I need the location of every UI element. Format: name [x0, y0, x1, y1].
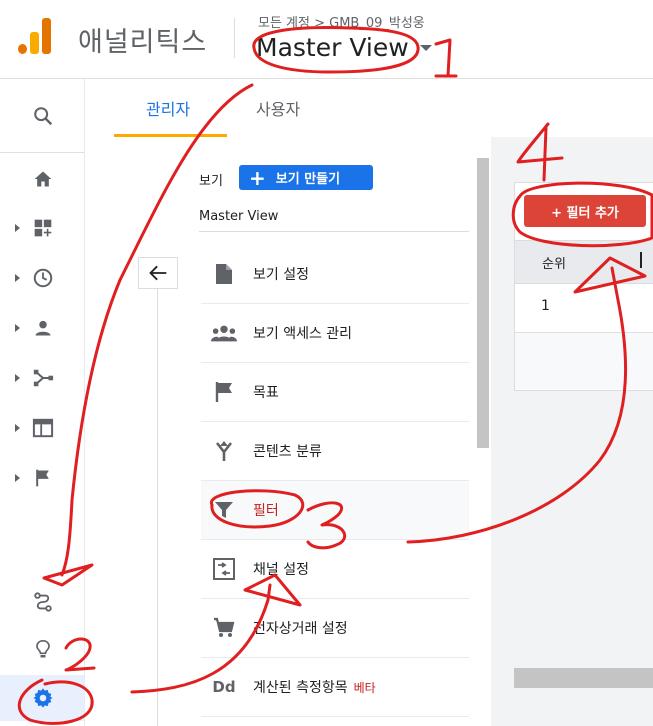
menu-item-filters[interactable]: 필터 — [201, 481, 469, 540]
menu-item-label: 목표 — [253, 385, 279, 401]
view-section-label: 보기 — [199, 174, 223, 189]
home-icon[interactable] — [30, 166, 56, 192]
menu-item-label: 콘텐츠 분류 — [253, 444, 322, 460]
column-divider — [157, 288, 158, 726]
horizontal-scrollbar[interactable] — [514, 668, 653, 688]
column-header-rank[interactable]: 순위 — [542, 253, 566, 272]
chevron-down-icon[interactable] — [420, 45, 432, 51]
header-divider — [234, 18, 235, 58]
menu-item-content-grouping[interactable]: 콘텐츠 분류 — [201, 422, 469, 481]
menu-item-label: 계산된 측정항목 — [253, 680, 348, 696]
view-selector-name[interactable]: Master View — [256, 33, 409, 62]
insights-lightbulb-icon[interactable] — [30, 637, 56, 663]
customization-icon[interactable] — [30, 215, 56, 241]
merge-icon — [211, 438, 237, 464]
attribution-icon[interactable] — [30, 589, 56, 615]
menu-item-calculated-metrics[interactable]: Dd 계산된 측정항목 베타 — [201, 658, 469, 717]
menu-item-label: 전자상거래 설정 — [253, 621, 348, 637]
menu-item-view-settings[interactable]: 보기 설정 — [201, 245, 469, 304]
tab-user[interactable]: 사용자 — [256, 96, 300, 120]
left-nav-rail — [0, 79, 85, 726]
view-divider — [199, 231, 469, 232]
expand-arrow-icon[interactable] — [15, 224, 20, 232]
document-icon — [211, 261, 237, 287]
analytics-logo[interactable] — [18, 18, 52, 54]
menu-item-goals[interactable]: 목표 — [201, 363, 469, 422]
people-icon — [211, 320, 237, 346]
cart-icon — [211, 615, 237, 641]
menu-item-view-access[interactable]: 보기 액세스 관리 — [201, 304, 469, 363]
menu-item-label: 채널 설정 — [253, 562, 309, 578]
add-filter-button[interactable]: + 필터 추가 — [524, 195, 646, 227]
expand-arrow-icon[interactable] — [15, 424, 20, 432]
realtime-clock-icon[interactable] — [30, 265, 56, 291]
rail-divider — [0, 152, 84, 153]
table-footer — [515, 333, 653, 389]
menu-item-label: 보기 설정 — [253, 267, 309, 283]
channel-icon — [211, 556, 237, 582]
arrow-left-icon — [149, 265, 167, 281]
behavior-window-icon[interactable] — [30, 415, 56, 441]
flag-icon — [211, 379, 237, 405]
dd-icon: Dd — [212, 678, 236, 696]
expand-arrow-icon[interactable] — [15, 274, 20, 282]
admin-gear-icon[interactable] — [30, 685, 56, 711]
sort-icon[interactable] — [640, 252, 642, 268]
breadcrumb[interactable]: 모든 계정 > GMB_09_박성웅 — [258, 12, 425, 31]
audience-person-icon[interactable] — [30, 315, 56, 341]
back-button[interactable] — [138, 257, 178, 289]
acquisition-icon[interactable] — [30, 365, 56, 391]
search-icon[interactable] — [30, 103, 56, 129]
expand-arrow-icon[interactable] — [15, 374, 20, 382]
expand-arrow-icon[interactable] — [15, 474, 20, 482]
tab-admin[interactable]: 관리자 — [146, 96, 190, 120]
expand-arrow-icon[interactable] — [15, 324, 20, 332]
selected-view-name[interactable]: Master View — [199, 209, 278, 224]
menu-item-label: 보기 액세스 관리 — [253, 326, 353, 342]
menu-item-channel-settings[interactable]: 채널 설정 — [201, 540, 469, 599]
app-title: 애널리틱스 — [78, 27, 208, 58]
table-cell-rank: 1 — [541, 298, 550, 314]
beta-badge: 베타 — [353, 680, 376, 695]
create-view-label: 보기 만들기 — [275, 172, 341, 187]
conversions-flag-icon[interactable] — [30, 465, 56, 491]
menu-item-label: 필터 — [253, 503, 279, 519]
vertical-scrollbar[interactable] — [477, 158, 489, 448]
plus-icon: + — [249, 165, 266, 190]
create-view-button[interactable]: + 보기 만들기 — [239, 165, 373, 190]
table-header — [515, 240, 653, 284]
filter-icon — [211, 497, 237, 523]
menu-item-ecommerce-settings[interactable]: 전자상거래 설정 — [201, 599, 469, 658]
